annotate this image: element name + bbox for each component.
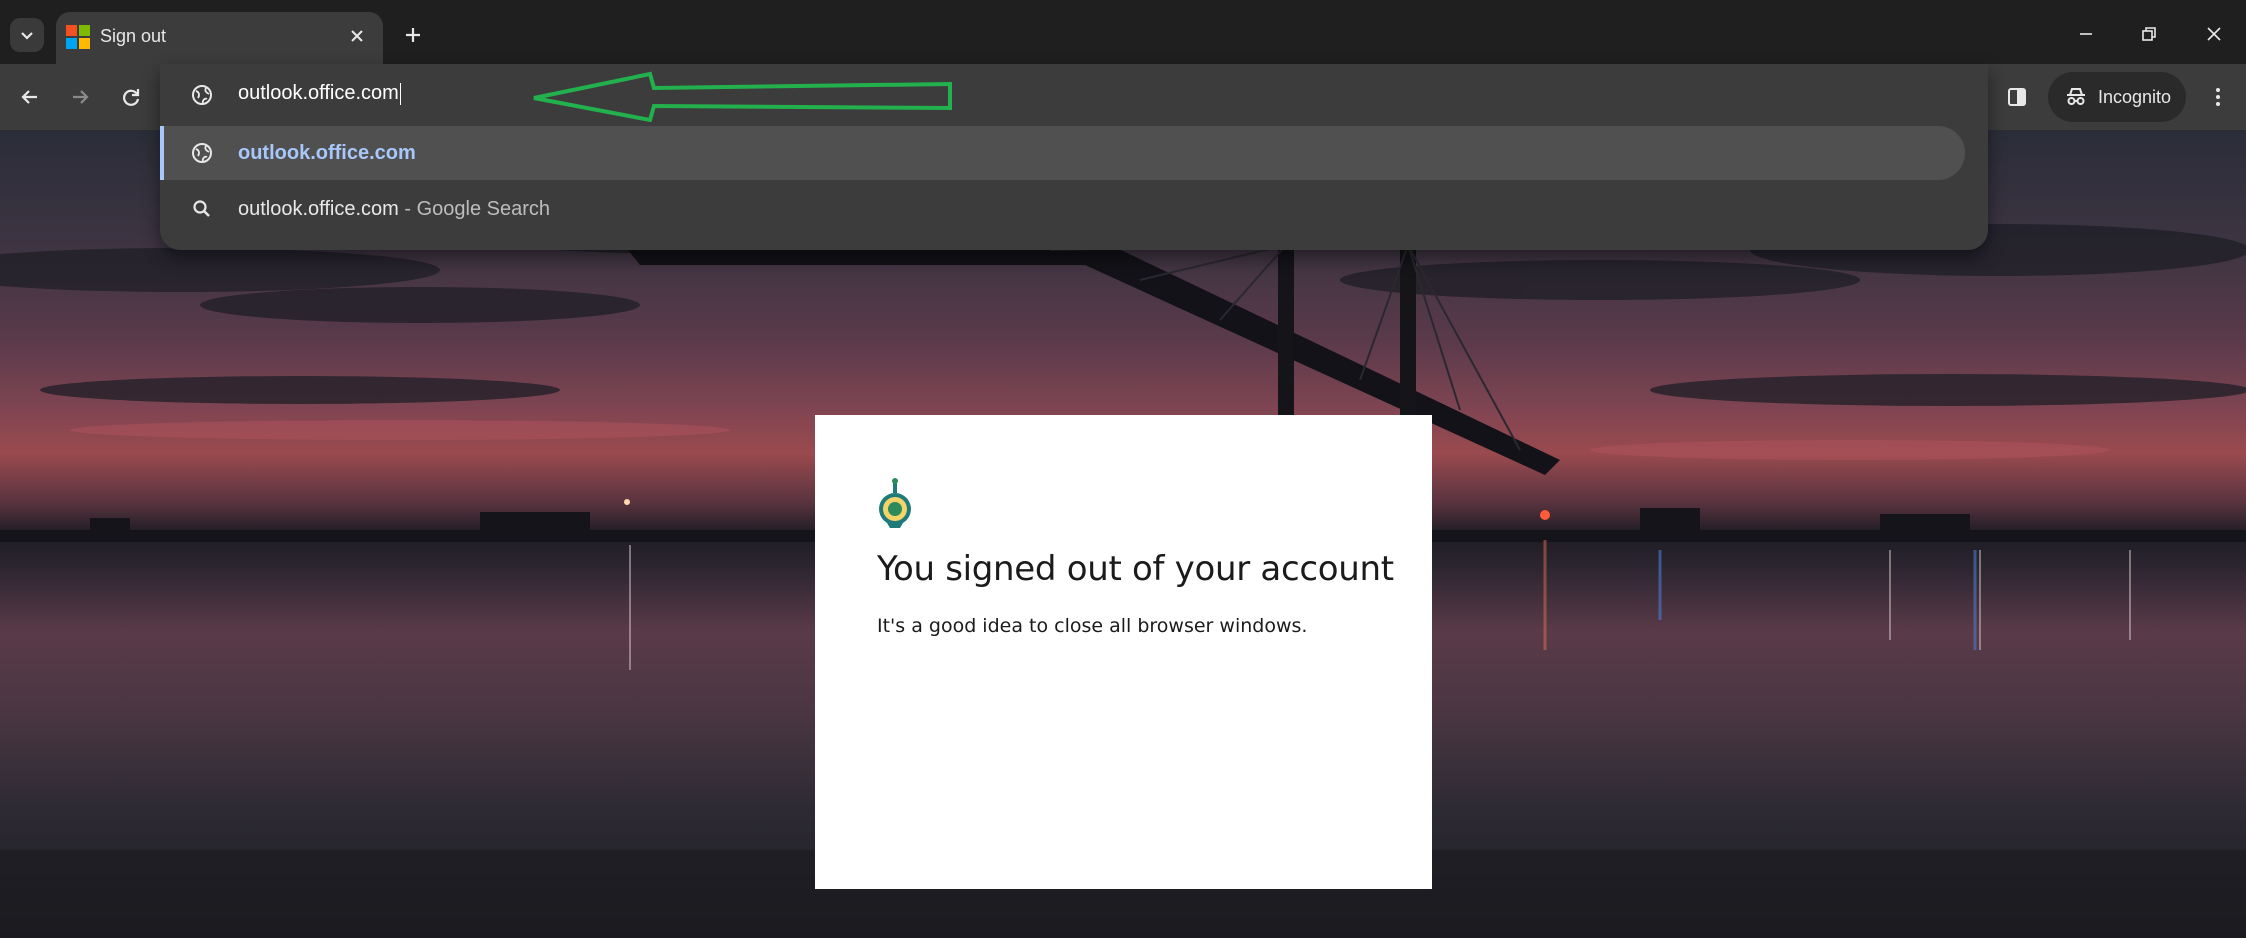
- minimize-icon: [2080, 33, 2092, 35]
- restore-button[interactable]: [2127, 16, 2171, 52]
- chevron-down-icon: [21, 32, 33, 40]
- forward-button[interactable]: [62, 79, 98, 115]
- suggestion-label: outlook.office.com: [238, 142, 416, 164]
- suggestion-label: outlook.office.com - Google Search: [238, 198, 550, 221]
- side-panel-icon: [2008, 88, 2026, 106]
- sign-out-card: You signed out of your account It's a go…: [815, 415, 1432, 889]
- text-caret: [399, 82, 401, 105]
- page-background: You signed out of your account It's a go…: [0, 130, 2246, 938]
- forward-arrow-icon: [73, 90, 89, 104]
- suggestion-query: outlook.office.com: [238, 198, 399, 220]
- close-window-button[interactable]: [2192, 16, 2236, 52]
- microsoft-logo-icon: [66, 25, 90, 49]
- globe-icon: [192, 143, 212, 163]
- new-tab-button[interactable]: [396, 18, 430, 52]
- restore-icon: [2142, 27, 2156, 41]
- browser-menu-button[interactable]: [2200, 79, 2236, 115]
- close-icon: [351, 30, 363, 42]
- globe-icon: [192, 85, 212, 105]
- tab-sign-out[interactable]: Sign out: [56, 12, 383, 64]
- minimize-button[interactable]: [2064, 16, 2108, 52]
- tab-strip: Sign out: [0, 0, 2246, 64]
- search-icon: [193, 200, 210, 217]
- address-bar[interactable]: outlook.office.com: [160, 64, 1988, 126]
- tab-title: Sign out: [100, 26, 167, 46]
- suggestion-suffix: - Google Search: [398, 198, 551, 220]
- page-title: You signed out of your account: [877, 549, 1394, 589]
- omnibox-dropdown: outlook.office.com outlook.office.com ou…: [160, 64, 1988, 250]
- suggestion-google-search[interactable]: outlook.office.com - Google Search: [160, 182, 1965, 236]
- side-panel-button[interactable]: [1999, 79, 2035, 115]
- suggestion-outlook-url[interactable]: outlook.office.com: [160, 126, 1965, 180]
- more-vertical-icon: [2216, 88, 2220, 106]
- close-icon: [2207, 27, 2221, 41]
- address-input-value: outlook.office.com: [238, 82, 399, 104]
- selection-indicator: [160, 126, 164, 180]
- left-arrow-annotation: [533, 71, 952, 123]
- tab-close-button[interactable]: [345, 24, 369, 48]
- tab-search-button[interactable]: [10, 18, 44, 52]
- government-emblem-logo: [879, 478, 911, 528]
- reload-button[interactable]: [113, 79, 149, 115]
- incognito-profile-button[interactable]: Incognito: [2048, 72, 2186, 122]
- reload-icon: [123, 89, 140, 106]
- plus-icon: [406, 28, 420, 42]
- back-button[interactable]: [12, 79, 48, 115]
- incognito-icon: [2067, 88, 2085, 105]
- incognito-label: Incognito: [2098, 86, 2172, 107]
- address-input[interactable]: outlook.office.com: [238, 82, 401, 105]
- sign-out-message: It's a good idea to close all browser wi…: [877, 615, 1308, 637]
- back-arrow-icon: [21, 90, 37, 104]
